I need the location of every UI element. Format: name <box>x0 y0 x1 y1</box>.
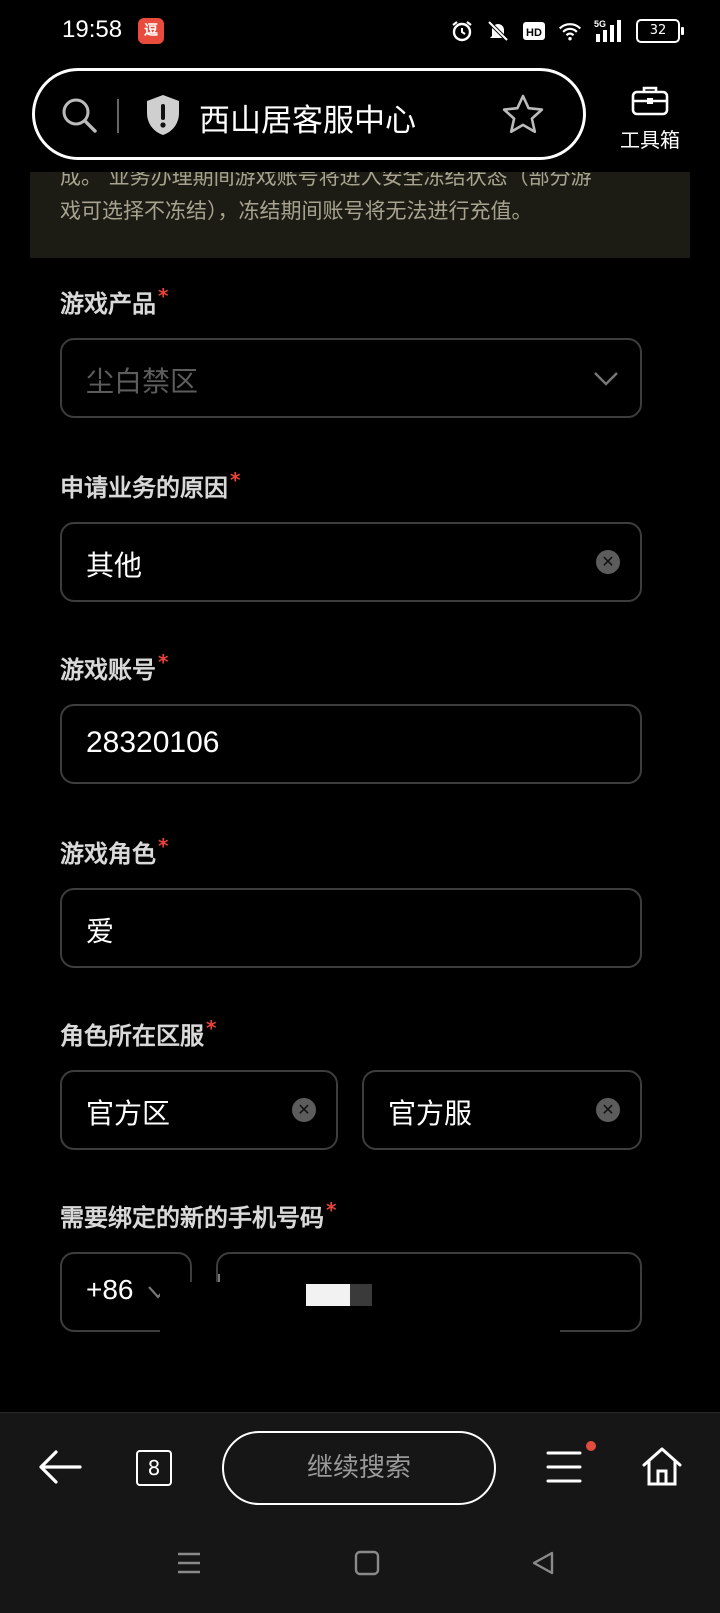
region-select[interactable]: 官方区 ✕ <box>60 1070 338 1150</box>
mute-icon <box>486 19 510 43</box>
recent-apps-icon[interactable] <box>176 1551 202 1579</box>
game-product-label-text: 游戏产品 <box>60 290 156 318</box>
status-time: 19:58 <box>62 16 123 43</box>
game-product-select[interactable]: 尘白禁区 <box>60 338 642 418</box>
hd-icon: HD <box>522 19 546 43</box>
game-product-label: 游戏产品 * <box>60 284 168 319</box>
role-value: 爱 <box>86 915 115 948</box>
wifi-icon <box>558 19 582 43</box>
shield-icon[interactable] <box>143 93 183 141</box>
star-icon[interactable] <box>501 93 545 141</box>
battery-indicator: 32 <box>636 19 684 43</box>
reason-select[interactable]: 其他 ✕ <box>60 522 642 602</box>
back-arrow-icon[interactable] <box>36 1447 84 1491</box>
app-notification-icon: 逗 <box>138 18 164 44</box>
bottom-navigation: 8 继续搜索 <box>0 1412 720 1613</box>
country-code-value: +86 <box>86 1274 134 1305</box>
system-back-icon[interactable] <box>530 1550 556 1580</box>
clear-icon[interactable]: ✕ <box>596 550 620 574</box>
server-label: 角色所在区服 * <box>60 1016 216 1051</box>
required-mark: * <box>158 284 169 308</box>
search-icon[interactable] <box>59 95 99 139</box>
game-product-value: 尘白禁区 <box>86 365 199 398</box>
notification-dot <box>586 1441 596 1451</box>
reason-value: 其他 <box>86 549 143 582</box>
redaction-block <box>350 1284 372 1306</box>
notice-line-1: 成。 业务办理期间游戏账号将进入安全冻结状态（部分游 <box>60 172 592 189</box>
clear-icon[interactable]: ✕ <box>596 1098 620 1122</box>
required-mark: * <box>206 1016 217 1040</box>
home-square-icon[interactable] <box>354 1550 380 1580</box>
region-value: 官方区 <box>86 1097 171 1130</box>
role-input[interactable]: 爱 <box>60 888 642 968</box>
site-title[interactable]: 西山居客服中心 <box>199 95 416 140</box>
clear-icon[interactable]: ✕ <box>292 1098 316 1122</box>
toolbox-label: 工具箱 <box>620 128 680 152</box>
redaction-block <box>306 1284 350 1306</box>
home-icon[interactable] <box>640 1445 684 1491</box>
phone-label: 需要绑定的新的手机号码 * <box>60 1198 336 1233</box>
reason-label: 申请业务的原因 * <box>60 468 240 503</box>
required-mark: * <box>326 1198 337 1222</box>
role-label: 游戏角色 * <box>60 834 168 869</box>
account-label-text: 游戏账号 <box>60 656 156 684</box>
reason-label-text: 申请业务的原因 <box>60 474 228 502</box>
required-mark: * <box>230 468 241 492</box>
notice-banner: 成。 业务办理期间游戏账号将进入安全冻结状态（部分游戏可选择不冻结），冻结期间账… <box>30 172 690 258</box>
account-value: 28320106 <box>86 726 220 759</box>
server-label-text: 角色所在区服 <box>60 1022 204 1050</box>
signal-5g-icon: 5G <box>594 19 624 43</box>
svg-text:HD: HD <box>526 27 542 39</box>
toolbox-button[interactable]: 工具箱 <box>612 84 688 153</box>
server-value: 官方服 <box>388 1097 473 1130</box>
status-icons: HD 5G 32 <box>450 14 684 48</box>
toolbox-icon <box>631 86 669 120</box>
required-mark: * <box>158 834 169 858</box>
phone-label-text: 需要绑定的新的手机号码 <box>60 1204 324 1232</box>
chevron-down-icon <box>592 366 620 394</box>
divider <box>117 99 119 133</box>
form-container: 成。 业务办理期间游戏账号将进入安全冻结状态（部分游戏可选择不冻结），冻结期间账… <box>30 172 690 1412</box>
menu-icon[interactable] <box>546 1449 586 1489</box>
role-label-text: 游戏角色 <box>60 840 156 868</box>
server-select[interactable]: 官方服 ✕ <box>362 1070 642 1150</box>
alarm-icon <box>450 19 474 43</box>
continue-search-button[interactable]: 继续搜索 <box>222 1431 496 1505</box>
account-label: 游戏账号 * <box>60 650 168 685</box>
account-input[interactable]: 28320106 <box>60 704 642 784</box>
notice-line-2: 戏可选择不冻结），冻结期间账号将无法进行充值。 <box>60 199 533 223</box>
tabs-count-button[interactable]: 8 <box>136 1450 172 1486</box>
required-mark: * <box>158 650 169 674</box>
address-bar[interactable]: 西山居客服中心 <box>32 68 586 160</box>
svg-text:5G: 5G <box>594 19 606 29</box>
